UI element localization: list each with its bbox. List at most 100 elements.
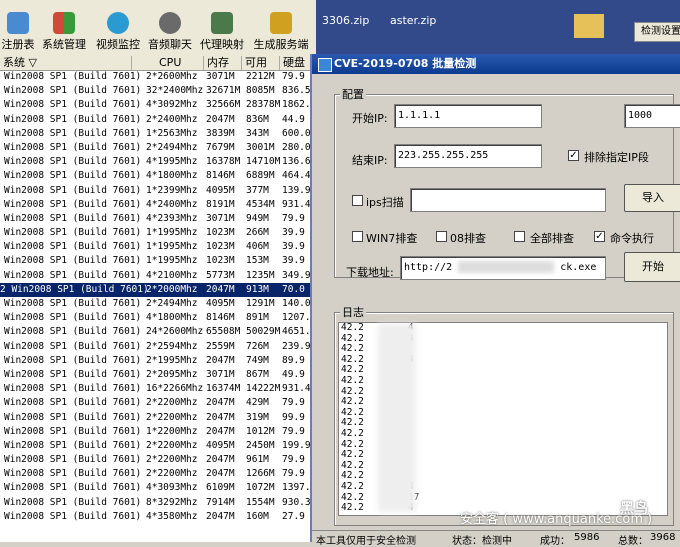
tab-detection-settings[interactable]: 检测设置 (634, 22, 680, 42)
table-cell: Win2008 SP1 (Build 7601) (4, 212, 142, 224)
start-ip-input[interactable]: 1.1.1.1 (394, 104, 542, 128)
table-cell: 913M (246, 283, 269, 295)
end-ip-input[interactable]: 223.255.255.255 (394, 144, 542, 168)
start-button[interactable]: 开始 (624, 252, 680, 282)
table-row[interactable]: Win2008 SP1 (Build 7601) 1*1995Mhz 1023M 26… (0, 226, 316, 240)
import-button[interactable]: 导入 (624, 184, 680, 212)
win7-check-checkbox[interactable] (352, 231, 363, 242)
table-cell: 136.6 (282, 156, 311, 168)
table-cell: 2*2494Mhz (146, 141, 198, 153)
table-cell: 16374M (206, 383, 241, 395)
ips-file-input[interactable] (410, 188, 606, 212)
table-row[interactable]: Win2008 SP1 (Build 7601) 2*2600Mhz 3071M 22… (0, 70, 316, 84)
table-cell: 6109M (206, 482, 235, 494)
exclude-ip-checkbox[interactable]: ✓ (568, 150, 579, 161)
toolbar-registry[interactable]: 注册表 (0, 0, 36, 56)
table-row[interactable]: Win2008 SP1 (Build 7601) 2*2200Mhz 2047M 96… (0, 453, 316, 467)
table-cell: 3071M (206, 71, 235, 82)
table-row[interactable]: Win2008 SP1 (Build 7601) 4*2100Mhz 5773M 12… (0, 269, 316, 283)
all-check-checkbox[interactable] (514, 231, 525, 242)
column-cpu[interactable]: CPU (132, 56, 204, 70)
file-3306-zip[interactable]: 3306.zip (322, 14, 369, 27)
config-group-label: 配置 (340, 86, 366, 102)
table-row[interactable]: Win2008 SP1 (Build 7601) 4*2400Mhz 8191M 45… (0, 198, 316, 212)
toolbar-build-server[interactable]: 生成服务端 (250, 0, 312, 56)
table-row[interactable]: Win2008 SP1 (Build 7601) 2*2200Mhz 2047M 12… (0, 467, 316, 481)
table-cell: 79.9 (282, 454, 305, 466)
table-row[interactable]: Win2008 SP1 (Build 7601) 4*2393Mhz 3071M 94… (0, 212, 316, 226)
table-row[interactable]: Win2008 SP1 (Build 7601) 4*1800Mhz 8146M 68… (0, 169, 316, 183)
table-row[interactable]: Win2008 SP1 (Build 7601) 16*2266Mhz 16374M… (0, 382, 316, 396)
table-row[interactable]: Win2008 SP1 (Build 7601) 2*2494Mhz 4095M 12… (0, 297, 316, 311)
table-cell: Win2008 SP1 (Build 7601) (4, 454, 142, 466)
log-redaction (378, 324, 416, 512)
table-row[interactable]: Win2008 SP1 (Build 7601) 2*2200Mhz 2047M 42… (0, 396, 316, 410)
table-row[interactable]: Win2008 SP1 (Build 7601) 4*3093Mhz 6109M 10… (0, 481, 316, 495)
table-row[interactable]: Win2008 SP1 (Build 7601) 4*3580Mhz 2047M 16… (0, 510, 316, 524)
all-check-label: 全部排查 (530, 232, 574, 245)
table-cell: 600.0 (282, 127, 311, 139)
table-cell: Win2008 SP1 (Build 7601) (4, 411, 142, 423)
table-cell: 1012M (246, 425, 275, 437)
table-cell: 1*1995Mhz (146, 241, 198, 253)
toolbar-system-manage[interactable]: 系统管理 (38, 0, 90, 56)
download-url-input[interactable]: http://2 ck.exe (400, 256, 606, 280)
table-cell: 139.9 (282, 184, 311, 196)
table-row[interactable]: Win2008 SP1 (Build 7601) 1*2399Mhz 4095M 37… (0, 184, 316, 198)
table-row[interactable]: Win2008 SP1 (Build 7601) 2*2594Mhz 2559M 72… (0, 340, 316, 354)
table-cell: Win2008 SP1 (Build 7601) (4, 198, 142, 210)
table-cell: 8*3292Mhz (146, 496, 198, 508)
table-row[interactable]: Win2008 SP1 (Build 7601) 4*1800Mhz 8146M 89… (0, 311, 316, 325)
app-icon (318, 58, 332, 72)
table-header: 系统 ▽ CPU 内存 可用 硬盘 (0, 56, 316, 71)
threads-input[interactable]: 1000 (624, 104, 680, 128)
toolbar-proxy-map[interactable]: 代理映射 (196, 0, 248, 56)
ips-scan-checkbox[interactable] (352, 195, 363, 206)
table-cell: 4*1995Mhz (146, 156, 198, 168)
table-cell: 280.0 (282, 141, 311, 153)
table-row[interactable]: Win2008 SP1 (Build 7601) 2*2200Mhz 4095M 24… (0, 439, 316, 453)
cmd-exec-label: 命令执行 (610, 232, 654, 245)
cmd-exec-checkbox[interactable]: ✓ (594, 231, 605, 242)
table-row[interactable]: Win2008 SP1 (Build 7601) 4*1995Mhz 16378M 1… (0, 155, 316, 169)
table-row[interactable]: Win2008 SP1 (Build 7601) 1*1995Mhz 1023M 15… (0, 254, 316, 268)
table-cell: 79.9 (282, 425, 305, 437)
file-aster-zip[interactable]: aster.zip (390, 14, 436, 27)
table-cell: 2*2200Mhz (146, 454, 198, 466)
column-available[interactable]: 可用 (242, 56, 280, 70)
win08-check-checkbox[interactable] (436, 231, 447, 242)
table-cell: 1*2563Mhz (146, 127, 198, 139)
table-row[interactable]: Win2008 SP1 (Build 7601) 8*3292Mhz 7914M 15… (0, 496, 316, 510)
table-row[interactable]: Win2008 SP1 (Build 7601) 1*2200Mhz 2047M 10… (0, 425, 316, 439)
table-row[interactable]: Win2008 SP1 (Build 7601) 32*2400Mhz 32671M… (0, 84, 316, 98)
table-cell: 1*2399Mhz (146, 184, 198, 196)
table-cell: 6889M (246, 170, 275, 182)
table-cell: 27.9 (282, 510, 305, 522)
table-row[interactable]: Win2008 SP1 (Build 7601) 1*2563Mhz 3839M 34… (0, 127, 316, 141)
table-row[interactable]: Win2008 SP1 (Build 7601) 2*2200Mhz 2047M 31… (0, 411, 316, 425)
table-row[interactable]: Win2008 SP1 (Build 7601) 24*2600Mhz 65508M… (0, 325, 316, 339)
table-row[interactable]: Win2008 SP1 (Build 7601) 2*1995Mhz 2047M 74… (0, 354, 316, 368)
toolbar-video-monitor[interactable]: 视频监控 (92, 0, 144, 56)
table-row[interactable]: Win2008 SP1 (Build 7601) 2*2400Mhz 2047M 83… (0, 113, 316, 127)
download-url-label: 下载地址: (346, 266, 394, 279)
table-cell: 16*2266Mhz (146, 383, 204, 395)
table-cell: 319M (246, 411, 269, 423)
column-system[interactable]: 系统 ▽ (0, 56, 132, 70)
table-row[interactable]: Win2008 SP1 (Build 7601) 4*3092Mhz 32566M 2… (0, 98, 316, 112)
table-cell: 2*2594Mhz (146, 340, 198, 352)
table-row[interactable]: Win2008 SP1 (Build 7601) 2*2095Mhz 3071M 86… (0, 368, 316, 382)
dialog-titlebar[interactable]: CVE-2019-0708 批量检测 (312, 54, 680, 74)
table-row[interactable]: Win2008 SP1 (Build 7601) 1*1995Mhz 1023M 40… (0, 240, 316, 254)
status-state: 状态：检测中 (452, 536, 512, 547)
table-row[interactable]: Win2008 SP1 (Build 7601) 2*2494Mhz 7679M 30… (0, 141, 316, 155)
table-cell: 2047M (206, 397, 235, 409)
toolbar-audio-chat[interactable]: 音频聊天 (144, 0, 196, 56)
table-row[interactable]: 2 Win2008 SP1 (Build 7601) 2*2000Mhz 2047M… (0, 282, 316, 297)
table-cell: 28378M (246, 99, 281, 111)
table-cell: 931.4 (282, 383, 311, 395)
table-cell: 2*2200Mhz (146, 411, 198, 423)
column-memory[interactable]: 内存 (204, 56, 242, 70)
host-list-table: 系统 ▽ CPU 内存 可用 硬盘 Win2008 SP1 (Build 760… (0, 56, 316, 542)
table-cell: 50029M (246, 326, 281, 338)
